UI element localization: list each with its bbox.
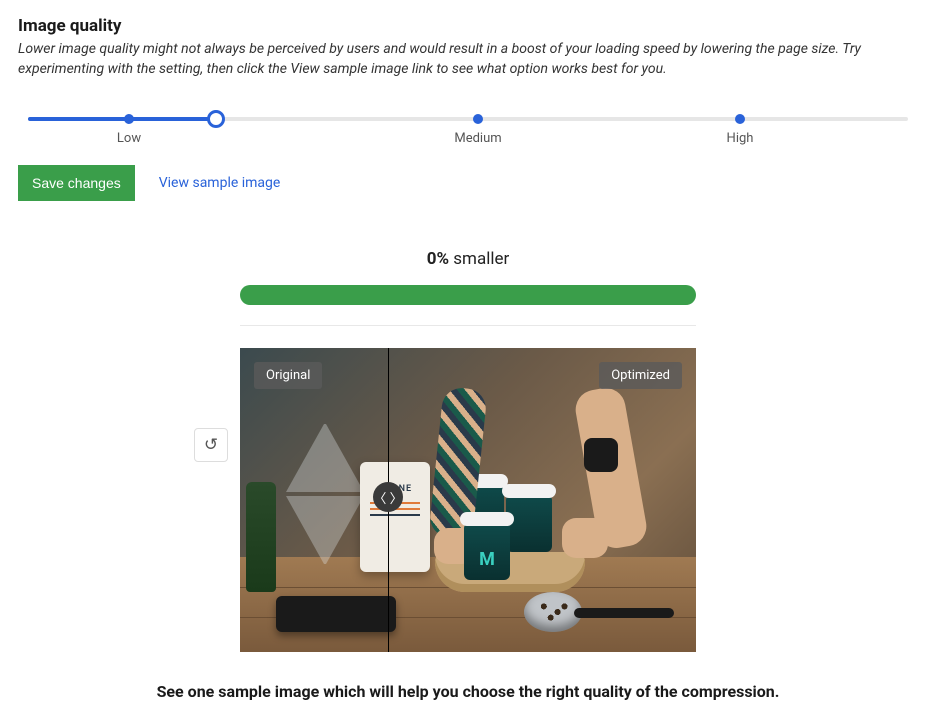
quality-slider[interactable]: Low Medium High [18,107,918,155]
scene-bottle [246,482,276,592]
slider-fill [28,117,218,121]
slider-label-medium: Medium [454,131,501,146]
comparison-image[interactable]: Original Optimized 〈 〉 [240,348,696,652]
scene-scale [276,596,396,632]
reduction-suffix: smaller [449,249,509,269]
slider-label-low: Low [117,131,141,146]
actions-row: Save changes View sample image [18,165,918,201]
drag-icon: 〈 〉 [373,488,402,507]
slider-tick-medium[interactable] [473,114,483,124]
view-sample-link[interactable]: View sample image [159,175,281,191]
image-quality-section: Image quality Lower image quality might … [18,16,918,701]
reduction-text: 0% smaller [18,249,918,269]
scene-cup [506,496,552,552]
slider-label-high: High [727,131,754,146]
save-button[interactable]: Save changes [18,165,135,201]
comparison-drag-handle[interactable]: 〈 〉 [373,482,403,512]
scene-portafilter [524,592,674,632]
preview-caption: See one sample image which will help you… [18,682,918,701]
scene-coffee-bag [360,462,430,572]
slider-tick-high[interactable] [735,114,745,124]
size-bar-fill [240,285,696,305]
scene-cup [464,524,510,580]
refresh-icon: ↺ [204,435,218,455]
scene-hand [562,518,608,558]
reduction-percent: 0% [427,249,449,269]
original-badge: Original [254,362,322,389]
slider-handle[interactable] [207,110,225,128]
section-title: Image quality [18,16,918,36]
optimized-badge: Optimized [599,362,682,389]
section-description: Lower image quality might not always be … [18,40,918,79]
slider-tick-low[interactable] [124,114,134,124]
divider-line [240,325,696,326]
preview-area: 0% smaller ↺ [18,249,918,701]
size-bar-track [240,285,696,305]
refresh-button[interactable]: ↺ [194,428,228,462]
comparison-container: ↺ [240,348,696,652]
scene-chemex [286,424,364,564]
scene-watch [584,438,618,472]
